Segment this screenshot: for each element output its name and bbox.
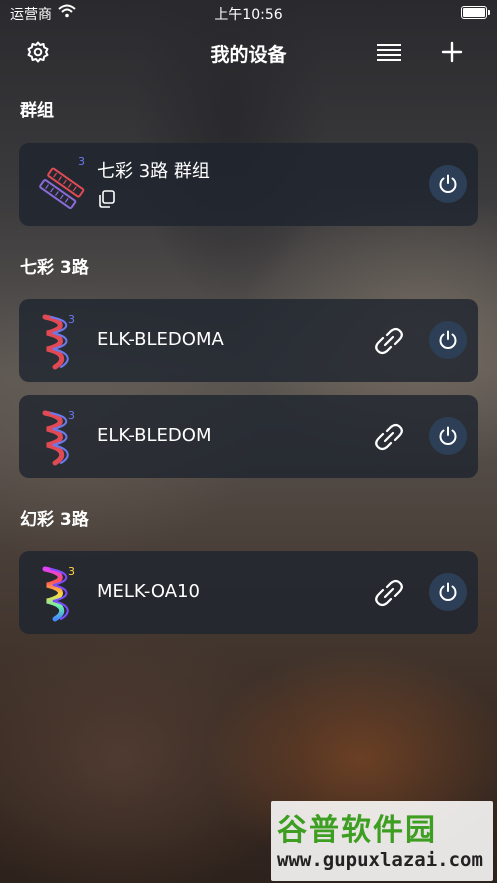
section-title-groups: 群组 bbox=[20, 101, 54, 121]
channel-badge: 3 bbox=[78, 155, 85, 168]
page-title: 我的设备 bbox=[210, 44, 287, 66]
list-button[interactable] bbox=[373, 36, 405, 68]
link-icon bbox=[375, 423, 403, 451]
list-icon bbox=[377, 44, 401, 61]
status-bar: 运营商 上午10:56 bbox=[0, 0, 497, 26]
power-icon bbox=[439, 426, 457, 445]
battery-icon bbox=[461, 6, 490, 19]
strip-group-icon: 3 bbox=[35, 155, 93, 215]
power-icon bbox=[439, 330, 457, 349]
link-button[interactable] bbox=[371, 323, 407, 359]
channel-badge: 3 bbox=[68, 313, 75, 326]
strip-icon: 3 bbox=[35, 407, 93, 467]
plus-icon bbox=[441, 41, 463, 63]
status-time: 上午10:56 bbox=[214, 7, 283, 23]
power-icon bbox=[439, 582, 457, 601]
watermark-title: 谷普软件园 bbox=[277, 805, 437, 849]
power-button[interactable] bbox=[429, 573, 467, 611]
device-card[interactable]: 3 ELK-BLEDOM bbox=[19, 395, 478, 478]
group-name: 七彩 3路 群组 bbox=[97, 161, 210, 182]
section-title-colorful: 七彩 3路 bbox=[20, 258, 89, 278]
link-button[interactable] bbox=[371, 419, 407, 455]
copy-icon[interactable] bbox=[97, 189, 119, 211]
link-icon bbox=[375, 579, 403, 607]
power-button[interactable] bbox=[429, 165, 467, 203]
power-button[interactable] bbox=[429, 417, 467, 455]
add-device-button[interactable] bbox=[436, 36, 468, 68]
power-icon bbox=[439, 174, 457, 193]
device-name: ELK-BLEDOMA bbox=[97, 329, 224, 350]
device-name: MELK-OA10 bbox=[97, 581, 200, 602]
device-name: ELK-BLEDOM bbox=[97, 425, 212, 446]
device-card[interactable]: 3 MELK-OA10 bbox=[19, 551, 478, 634]
strip-icon: 3 bbox=[35, 311, 93, 371]
device-card[interactable]: 3 ELK-BLEDOMA bbox=[19, 299, 478, 382]
link-button[interactable] bbox=[371, 575, 407, 611]
channel-badge: 3 bbox=[68, 565, 75, 578]
strip-rainbow-icon: 3 bbox=[35, 563, 93, 623]
watermark-url: www.gupuxlazai.com bbox=[277, 849, 483, 871]
link-icon bbox=[375, 327, 403, 355]
watermark: 谷普软件园 www.gupuxlazai.com bbox=[271, 801, 493, 881]
group-card[interactable]: 3 七彩 3路 群组 bbox=[19, 143, 478, 226]
watermark-text: 谷普软件园 bbox=[277, 813, 437, 848]
section-title-rainbow: 幻彩 3路 bbox=[20, 510, 89, 530]
nav-bar: 我的设备 bbox=[0, 30, 497, 74]
channel-badge: 3 bbox=[68, 409, 75, 422]
power-button[interactable] bbox=[429, 321, 467, 359]
